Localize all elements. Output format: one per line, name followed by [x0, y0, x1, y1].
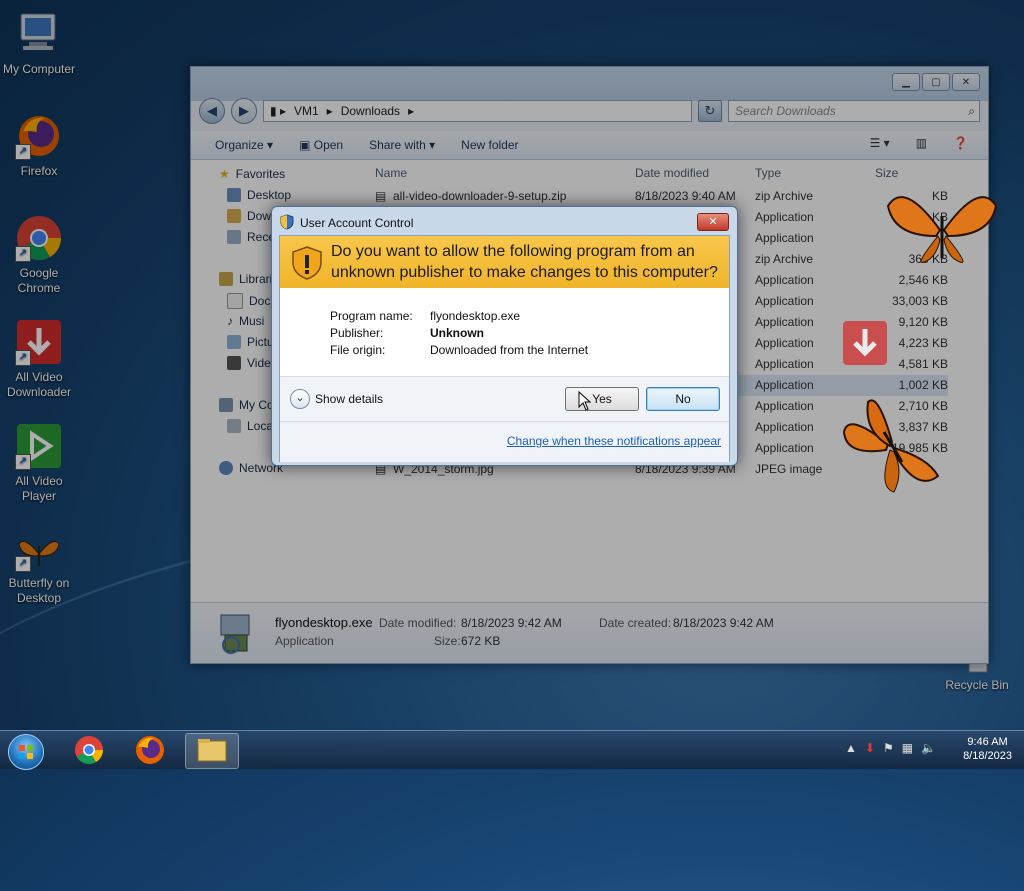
chevron-down-icon[interactable]: ⌄ — [290, 389, 310, 409]
chrome-icon — [75, 736, 103, 764]
uac-dialog[interactable]: User Account Control ✕ Do you want to al… — [271, 206, 738, 466]
start-button[interactable] — [8, 734, 44, 770]
taskbar-explorer-button[interactable] — [185, 733, 239, 769]
mouse-cursor-icon — [578, 390, 592, 414]
uac-shield-icon — [280, 213, 294, 233]
uac-title: User Account Control — [300, 216, 414, 230]
publisher-value: Unknown — [430, 326, 484, 340]
show-hidden-icons-icon[interactable]: ▲ — [845, 741, 857, 755]
download-arrow-icon — [841, 319, 889, 367]
uac-warning-banner: Do you want to allow the following progr… — [280, 236, 729, 288]
windows-logo-icon — [19, 745, 33, 759]
folder-icon — [197, 739, 227, 762]
butterfly-icon — [884, 186, 1000, 269]
taskbar-chrome-button[interactable] — [63, 733, 115, 767]
no-button[interactable]: No — [646, 387, 720, 411]
clock-time: 9:46 AM — [967, 736, 1008, 748]
program-name-value: flyondesktop.exe — [430, 309, 521, 323]
show-details-toggle[interactable]: Show details — [315, 392, 383, 406]
butterfly-icon — [838, 392, 944, 499]
clock[interactable]: 9:46 AM 8/18/2023 — [963, 735, 1012, 763]
network-tray-icon[interactable]: ▦ — [902, 741, 913, 755]
uac-link-area: Change when these notifications appear — [280, 421, 729, 462]
uac-button-area: ⌄ Show details Yes No — [280, 377, 729, 421]
volume-icon[interactable]: 🔈 — [921, 741, 936, 755]
warning-shield-icon — [292, 246, 322, 283]
firefox-icon — [136, 736, 164, 764]
file-origin-value: Downloaded from the Internet — [430, 343, 589, 357]
uac-question: Do you want to allow the following progr… — [331, 243, 718, 281]
uac-titlebar[interactable]: User Account Control — [280, 213, 729, 233]
taskbar-firefox-button[interactable] — [124, 733, 176, 767]
clock-date: 8/18/2023 — [963, 750, 1012, 762]
yes-button[interactable]: Yes — [565, 387, 639, 411]
program-name-label: Program name: — [330, 309, 413, 323]
change-notifications-link[interactable]: Change when these notifications appear — [507, 434, 721, 448]
flag-icon[interactable]: ⚑ — [883, 741, 894, 755]
file-origin-label: File origin: — [330, 343, 386, 357]
downloader-tray-icon[interactable]: ⬇ — [865, 741, 875, 755]
uac-body: Do you want to allow the following progr… — [279, 235, 730, 462]
taskbar: ▲ ⬇ ⚑ ▦ 🔈 9:46 AM 8/18/2023 — [0, 730, 1024, 770]
publisher-label: Publisher: — [330, 326, 384, 340]
desktop: My Computer ↗ Firefox ↗ Google Chrome ↗ … — [0, 0, 1024, 891]
system-tray: ▲ ⬇ ⚑ ▦ 🔈 — [845, 741, 936, 755]
uac-close-button[interactable]: ✕ — [697, 213, 729, 231]
